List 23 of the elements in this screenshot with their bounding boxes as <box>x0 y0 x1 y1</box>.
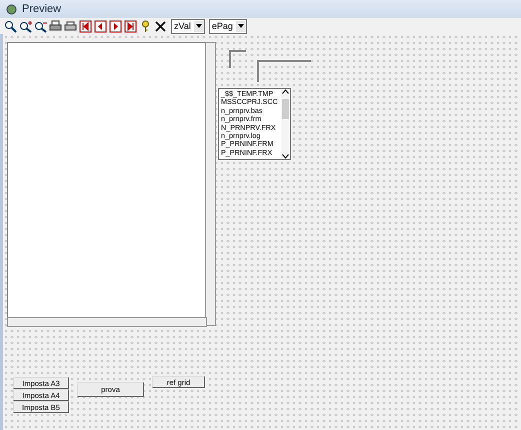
printer-icon[interactable] <box>63 19 77 33</box>
app-icon <box>6 4 17 14</box>
close-icon[interactable] <box>153 19 167 33</box>
scroll-up-icon[interactable] <box>282 89 289 94</box>
first-page-icon[interactable] <box>78 19 92 33</box>
caret-icon <box>238 24 244 28</box>
printer-icon[interactable] <box>48 19 62 33</box>
window-title: Preview <box>22 3 62 15</box>
vertical-scrollbar[interactable] <box>205 42 216 326</box>
zoom-in-icon[interactable] <box>18 19 32 33</box>
horizontal-scrollbar[interactable] <box>7 317 207 327</box>
last-page-icon[interactable] <box>123 19 137 33</box>
zoom-out-icon[interactable] <box>33 19 47 33</box>
next-page-icon[interactable] <box>108 19 122 33</box>
scroll-down-icon[interactable] <box>282 154 289 159</box>
frame <box>229 50 246 68</box>
dropdown[interactable]: ePag <box>208 18 247 34</box>
frame <box>257 60 311 82</box>
previous-page-icon[interactable] <box>93 19 107 33</box>
dropdown[interactable]: zVal <box>171 18 205 34</box>
zoom-icon[interactable] <box>3 19 17 33</box>
scroll-thumb[interactable] <box>282 99 289 119</box>
caret-icon <box>196 24 202 28</box>
